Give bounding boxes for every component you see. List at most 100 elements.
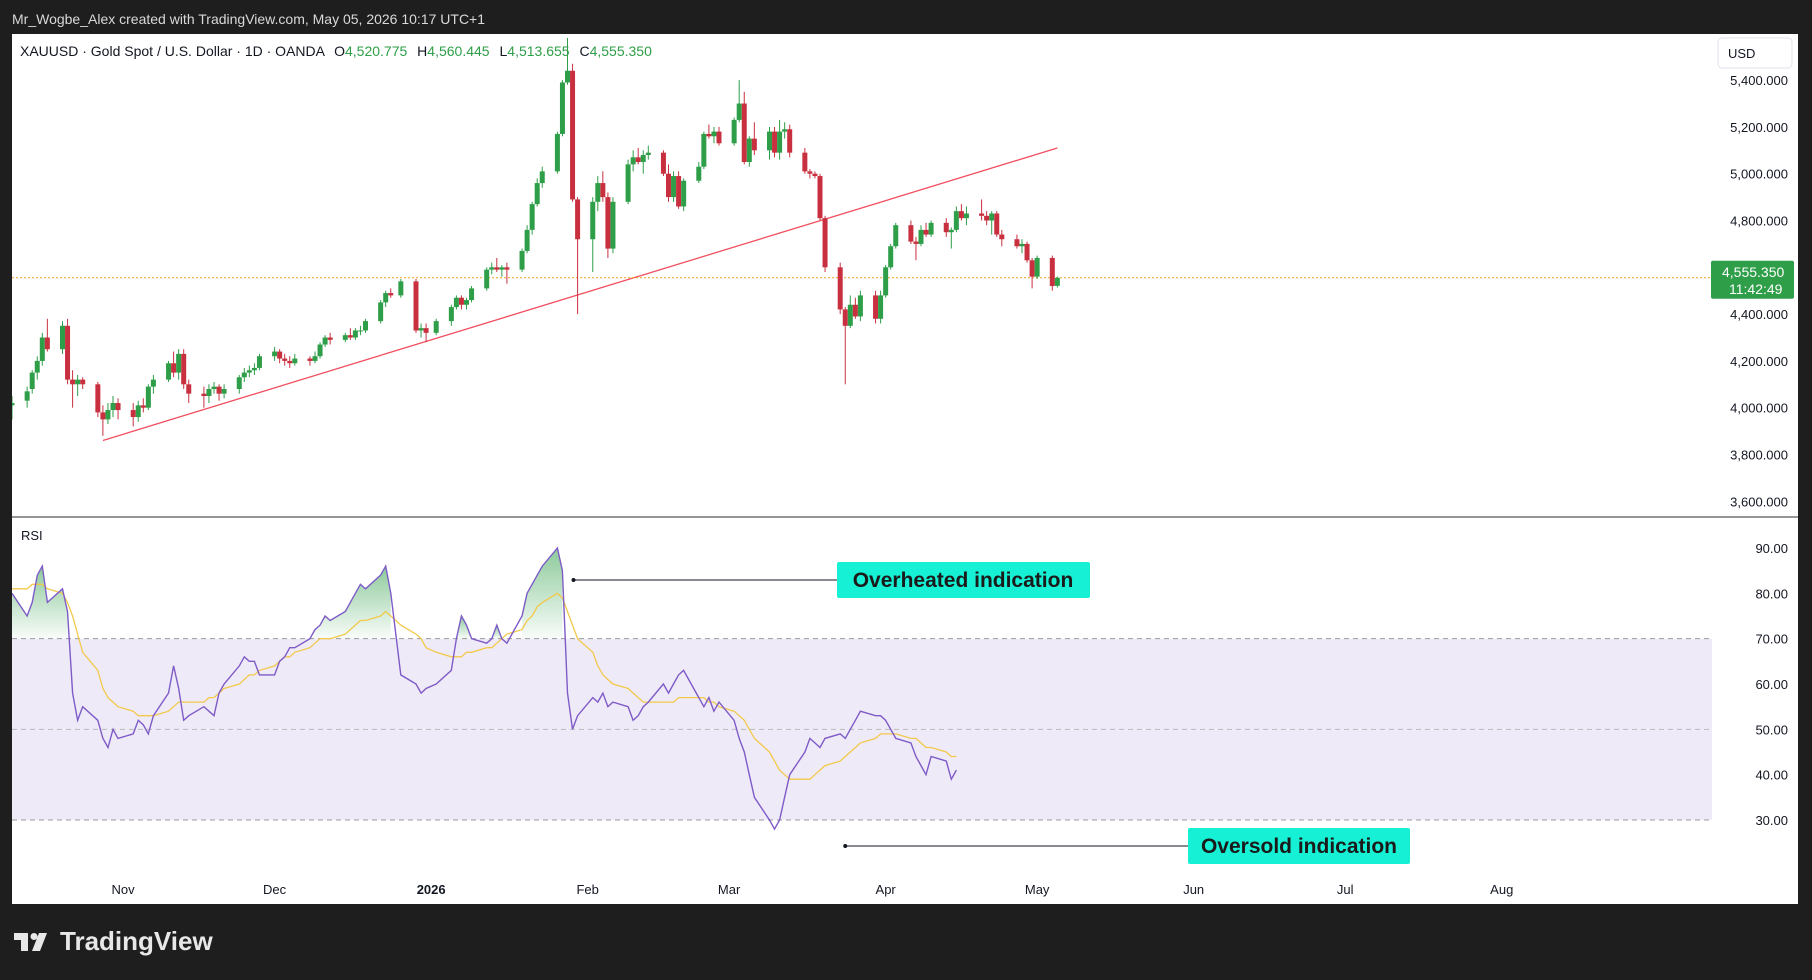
currency-button[interactable]: USD <box>1717 37 1793 69</box>
price-axis-label: 4,200.000 <box>1730 354 1788 369</box>
candle-body <box>857 295 863 317</box>
candle-body <box>140 405 146 408</box>
candle-body <box>873 295 879 319</box>
chart-credit: Mr_Wogbe_Alex created with TradingView.c… <box>12 11 486 27</box>
candle-body <box>878 295 884 319</box>
candle-body <box>494 267 500 270</box>
candle-body <box>241 372 247 378</box>
candle-body <box>292 358 298 364</box>
candle-body <box>928 222 934 235</box>
legend-low-value: 4,513.655 <box>507 43 569 59</box>
tradingview-logo-text: TradingView <box>60 926 213 956</box>
overheated-anchor-dot <box>571 578 576 582</box>
candle-body <box>34 360 40 373</box>
candle-body <box>176 353 182 373</box>
candle-body <box>110 403 116 411</box>
candle-body <box>953 211 959 230</box>
candle-body <box>201 393 207 397</box>
candle-body <box>504 267 510 270</box>
oversold-anchor-dot <box>843 844 848 848</box>
candle-body <box>711 131 717 137</box>
candle-body <box>150 379 156 387</box>
candle-body <box>847 304 853 326</box>
candle-body <box>1049 257 1055 287</box>
legend-open-label: O <box>334 43 345 59</box>
candle-body <box>559 82 565 134</box>
candle-body <box>1019 243 1025 247</box>
candle-body <box>666 173 671 198</box>
candle-body <box>1029 260 1035 277</box>
candle-body <box>943 222 949 233</box>
last-price-countdown: 11:42:49 <box>1729 281 1783 297</box>
candle-body <box>807 171 813 174</box>
candle-body <box>499 267 505 270</box>
candle-body <box>519 250 525 270</box>
candle-body <box>600 183 606 198</box>
candle-body <box>100 412 106 420</box>
candle-body <box>115 403 121 411</box>
candle-body <box>388 293 394 296</box>
time-axis-label: Nov <box>112 882 136 897</box>
rsi-axis-label: 40.00 <box>1755 768 1788 783</box>
candle-body <box>570 70 576 200</box>
candle-body <box>44 337 50 350</box>
rsi-pane-label[interactable]: RSI <box>21 528 43 543</box>
candle-body <box>65 325 71 380</box>
candle-body <box>610 201 616 249</box>
candle-body <box>378 302 384 322</box>
tradingview-logo-icon <box>14 932 47 951</box>
candle-body <box>246 370 252 373</box>
candle-body <box>418 328 424 331</box>
candle-body <box>524 229 530 251</box>
candle-body <box>277 351 283 359</box>
candle-body <box>893 225 899 247</box>
candle-body <box>105 410 111 420</box>
time-axis-label: Jul <box>1337 882 1354 897</box>
rsi-axis-label: 70.00 <box>1755 632 1788 647</box>
candle-body <box>595 183 601 202</box>
symbol-legend[interactable]: XAUUSD · Gold Spot / U.S. Dollar · 1D · … <box>20 43 652 59</box>
overheated-label: Overheated indication <box>853 569 1074 592</box>
candle-body <box>645 152 651 155</box>
price-axis-label: 5,400.000 <box>1730 73 1788 88</box>
candle-body <box>746 138 752 163</box>
rsi-axis-label: 80.00 <box>1755 586 1788 601</box>
candle-body <box>963 213 969 219</box>
time-axis-label: 2026 <box>417 882 446 897</box>
candle-body <box>130 410 136 418</box>
candle-body <box>605 197 611 249</box>
candle-body <box>772 131 778 153</box>
candle-body <box>913 241 919 244</box>
candle-body <box>24 391 30 401</box>
chart-canvas[interactable]: XAUUSD · Gold Spot / U.S. Dollar · 1D · … <box>9 34 1798 904</box>
currency-button-label[interactable]: USD <box>1728 46 1755 61</box>
last-price-label: 4,555.350 11:42:49 <box>1711 260 1794 299</box>
oversold-label: Oversold indication <box>1201 835 1397 858</box>
candle-body <box>29 372 35 389</box>
candle-body <box>206 388 212 397</box>
rsi-axis-label: 30.00 <box>1755 813 1788 828</box>
tradingview-logo[interactable]: TradingView <box>14 926 213 957</box>
candle-body <box>453 297 459 308</box>
candle-body <box>423 328 429 333</box>
time-axis-label: Dec <box>263 882 287 897</box>
candle-body <box>342 335 348 340</box>
rsi-axis-label: 90.00 <box>1755 541 1788 556</box>
candle-body <box>660 152 666 174</box>
candle-body <box>272 351 278 357</box>
candle-body <box>256 356 262 368</box>
candle-body <box>777 131 783 153</box>
candle-body <box>145 386 151 408</box>
candle-body <box>433 321 439 333</box>
candle-body <box>888 246 894 268</box>
candle-body <box>1054 277 1060 286</box>
candle-body <box>701 133 707 167</box>
candle-body <box>166 363 172 380</box>
candle-body <box>70 379 76 385</box>
candle-body <box>448 307 454 322</box>
candle-body <box>554 133 560 172</box>
candle-body <box>383 293 389 303</box>
candle-body <box>322 337 328 345</box>
candle-body <box>287 360 293 364</box>
legend-open-value: 4,520.775 <box>345 43 407 59</box>
